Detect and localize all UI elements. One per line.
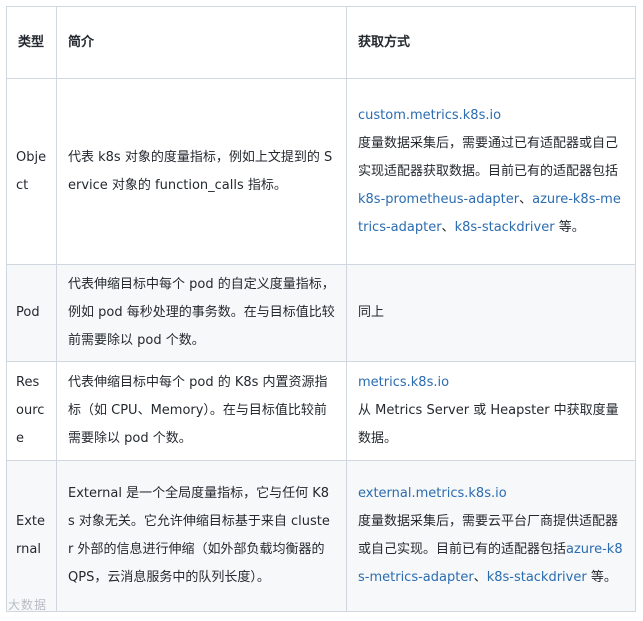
header-type: 类型 [6, 6, 57, 79]
api-group-link[interactable]: external.metrics.k8s.io [358, 486, 507, 501]
header-row: 类型 简介 获取方式 [6, 6, 636, 79]
method-cell: metrics.k8s.io 从 Metrics Server 或 Heapst… [346, 361, 636, 461]
adapter-link-prometheus[interactable]: k8s-prometheus-adapter [358, 192, 519, 207]
method-cell: 同上 [346, 264, 636, 362]
description-cell: 代表伸缩目标中每个 pod 的自定义度量指标，例如 pod 每秒处理的事务数。在… [56, 264, 347, 362]
method-text-end: 等。 [586, 570, 617, 585]
separator: 、 [473, 570, 487, 585]
header-method: 获取方式 [346, 6, 636, 79]
table-header: 类型 简介 获取方式 [6, 6, 636, 79]
method-cell: external.metrics.k8s.io 度量数据采集后，需要云平台厂商提… [346, 460, 636, 612]
description-cell: External 是一个全局度量指标，它与任何 K8s 对象无关。它允许伸缩目标… [56, 460, 347, 612]
table-body: Object 代表 k8s 对象的度量指标，例如上文提到的 Service 对象… [6, 78, 636, 612]
api-group-link[interactable]: metrics.k8s.io [358, 375, 449, 390]
separator: 、 [441, 219, 455, 235]
type-cell: Pod [6, 264, 57, 362]
table-row-external: External External 是一个全局度量指标，它与任何 K8s 对象无… [6, 460, 636, 612]
header-description: 简介 [56, 6, 347, 79]
adapter-link-stackdriver[interactable]: k8s-stackdriver [487, 570, 587, 585]
table-row-resource: Resource 代表伸缩目标中每个 pod 的 K8s 内置资源指标（如 CP… [6, 361, 636, 461]
description-cell: 代表 k8s 对象的度量指标，例如上文提到的 Service 对象的 funct… [56, 78, 347, 265]
separator: 、 [519, 191, 533, 207]
api-group-link[interactable]: custom.metrics.k8s.io [358, 108, 501, 123]
adapter-link-stackdriver[interactable]: k8s-stackdriver [455, 220, 555, 235]
type-cell: External [6, 460, 57, 612]
method-text: 度量数据采集后，需要通过已有适配器或自己实现适配器获取数据。目前已有的适配器包括 [358, 135, 619, 179]
watermark-text: 大数据 [8, 598, 48, 612]
description-cell: 代表伸缩目标中每个 pod 的 K8s 内置资源指标（如 CPU、Memory）… [56, 361, 347, 461]
table-row-pod: Pod 代表伸缩目标中每个 pod 的自定义度量指标，例如 pod 每秒处理的事… [6, 264, 636, 362]
metrics-types-table: 类型 简介 获取方式 Object 代表 k8s 对象的度量指标，例如上文提到的… [6, 6, 636, 612]
table-row-object: Object 代表 k8s 对象的度量指标，例如上文提到的 Service 对象… [6, 78, 636, 265]
method-cell: custom.metrics.k8s.io 度量数据采集后，需要通过已有适配器或… [346, 78, 636, 265]
type-cell: Object [6, 78, 57, 265]
method-text: 从 Metrics Server 或 Heapster 中获取度量数据。 [358, 403, 619, 446]
method-text-end: 等。 [554, 219, 585, 235]
type-cell: Resource [6, 361, 57, 461]
